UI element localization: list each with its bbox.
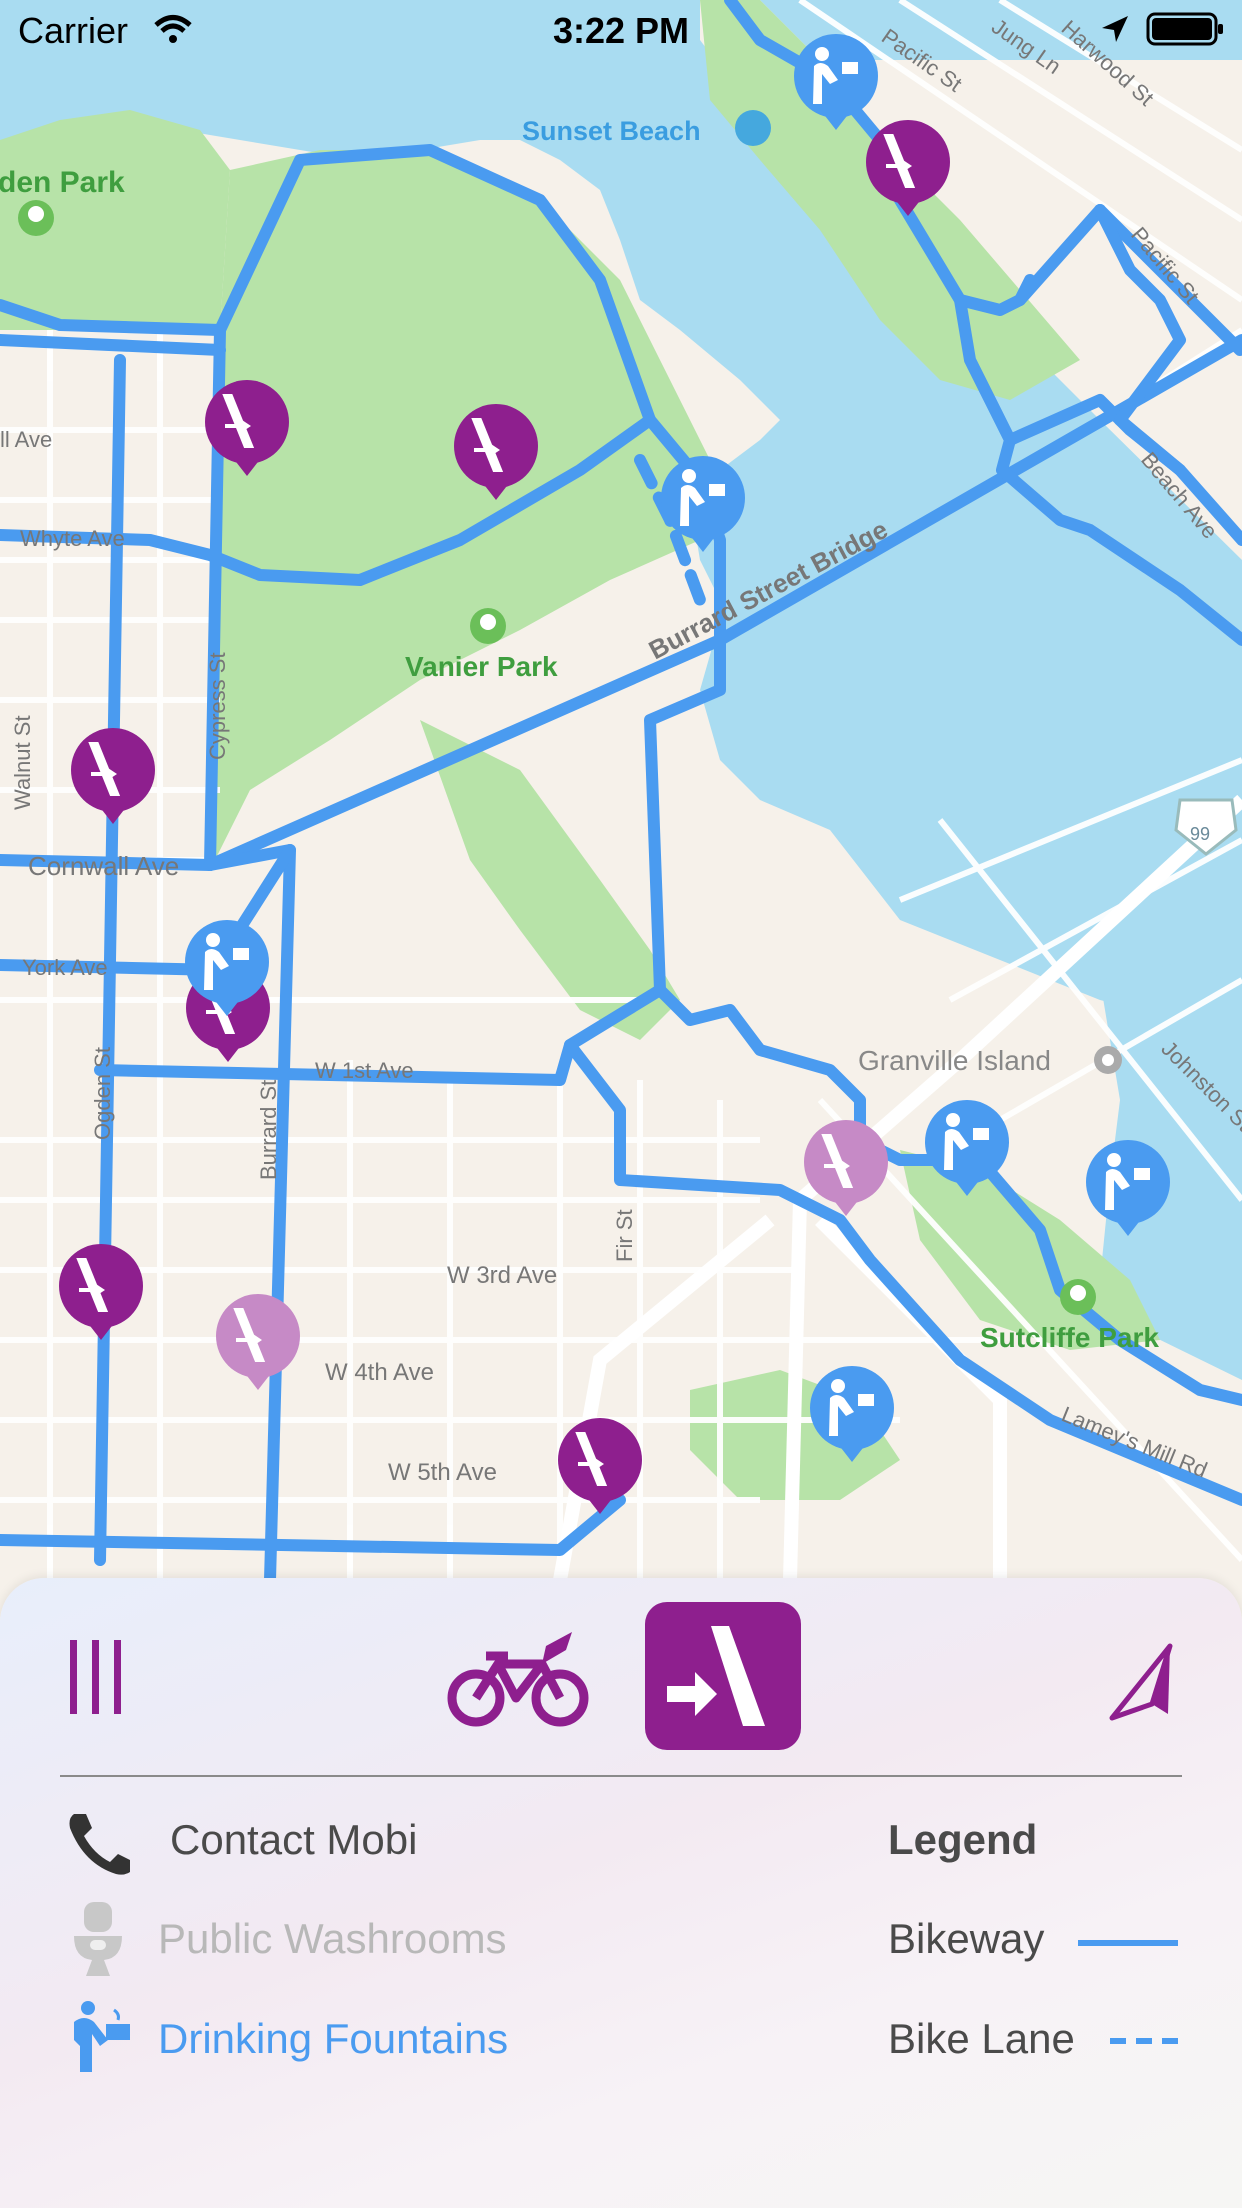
label-walnut-st: Walnut St [10, 715, 35, 810]
mobi-station-icon [667, 1626, 765, 1726]
bicycle-icon[interactable] [446, 1628, 592, 1732]
legend-title: Legend [888, 1816, 1038, 1863]
mobi-station-button[interactable] [645, 1602, 801, 1750]
drinking-fountains-toggle[interactable]: Drinking Fountains [158, 2015, 508, 2063]
label-sutcliffe-park: Sutcliffe Park [980, 1322, 1159, 1353]
contact-mobi-link[interactable]: Contact Mobi [170, 1816, 417, 1864]
public-washrooms-toggle[interactable]: Public Washrooms [158, 1915, 507, 1963]
drinking-fountain-icon[interactable] [68, 2000, 134, 2076]
label-w-5th-ave: W 5th Ave [388, 1459, 497, 1486]
phone-icon[interactable] [64, 1810, 134, 1876]
status-bar: Carrier 3:22 PM [0, 0, 1242, 62]
label-w-3rd-ave: W 3rd Ave [447, 1262, 557, 1289]
toilet-icon[interactable] [70, 1900, 126, 1980]
menu-bars-icon[interactable] [68, 1638, 128, 1718]
battery-icon [1146, 12, 1223, 46]
label-sunset-beach: Sunset Beach [522, 116, 701, 146]
label-ll-ave: ll Ave [0, 427, 52, 452]
label-vanier-park: Vanier Park [405, 651, 558, 682]
status-time: 3:22 PM [552, 10, 690, 51]
location-services-icon [1102, 16, 1128, 42]
label-w-4th-ave: W 4th Ave [325, 1359, 434, 1386]
label-cornwall-ave: Cornwall Ave [28, 851, 179, 881]
legend-bikeway-label: Bikeway [888, 1915, 1045, 1962]
bottom-panel: Contact Mobi Public Washrooms Drinking F… [0, 1578, 1242, 2208]
label-ogden-st: Ogden St [90, 1047, 115, 1140]
label-fir-st: Fir St [612, 1209, 637, 1262]
legend-bike-lane-dashes [1110, 2038, 1180, 2044]
label-york-ave: York Ave [22, 955, 108, 980]
label-burrard-st: Burrard St [256, 1080, 281, 1180]
label-whyte-ave: Whyte Ave [20, 526, 125, 551]
label-w-1st-ave: W 1st Ave [315, 1058, 414, 1083]
label-den-park: den Park [0, 166, 125, 199]
legend-bike-lane-label: Bike Lane [888, 2015, 1075, 2062]
svg-text:99: 99 [1190, 824, 1210, 844]
label-granville-island: Granville Island [858, 1045, 1051, 1076]
legend-bikeway-line [1078, 1940, 1178, 1946]
label-cypress-st: Cypress St [205, 652, 230, 760]
location-arrow-icon[interactable] [1108, 1642, 1180, 1722]
toolbar-divider [60, 1775, 1182, 1777]
